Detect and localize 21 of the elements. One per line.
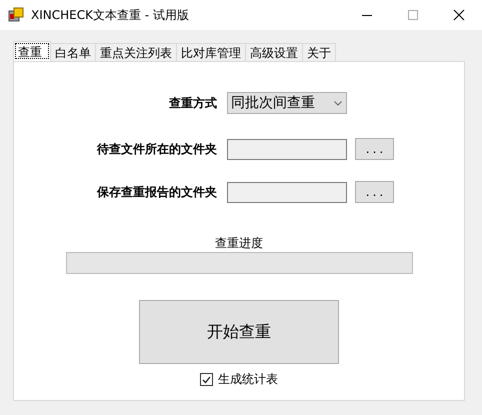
field-label: 待查文件所在的文件夹 <box>96 140 217 158</box>
app-icon <box>8 7 24 23</box>
tab[interactable]: 关于 <box>302 43 336 61</box>
progress-label: 查重进度 <box>215 235 263 252</box>
field-label: 查重方式 <box>168 94 217 112</box>
tab[interactable]: 白名单 <box>50 43 96 61</box>
field-label: 保存查重报告的文件夹 <box>96 184 217 200</box>
caret-icon <box>334 100 342 106</box>
folder-field[interactable] <box>227 182 347 202</box>
browse-button[interactable]: ... <box>355 181 394 203</box>
window-title: XINCHECK文本查重 - 试用版 <box>31 6 189 24</box>
tab[interactable]: 比对库管理 <box>176 43 246 61</box>
checkbox[interactable] <box>200 373 213 386</box>
start-button[interactable]: 开始查重 <box>139 300 339 364</box>
browse-button[interactable]: ... <box>355 138 394 160</box>
checkbox-label: 生成统计表 <box>218 371 278 388</box>
mode-dropdown[interactable]: 同批次间查重 <box>227 92 347 114</box>
tab[interactable]: 查重 <box>13 41 51 61</box>
folder-field[interactable] <box>227 138 347 160</box>
tab[interactable]: 高级设置 <box>245 43 303 61</box>
tab[interactable]: 重点关注列表 <box>95 43 177 61</box>
